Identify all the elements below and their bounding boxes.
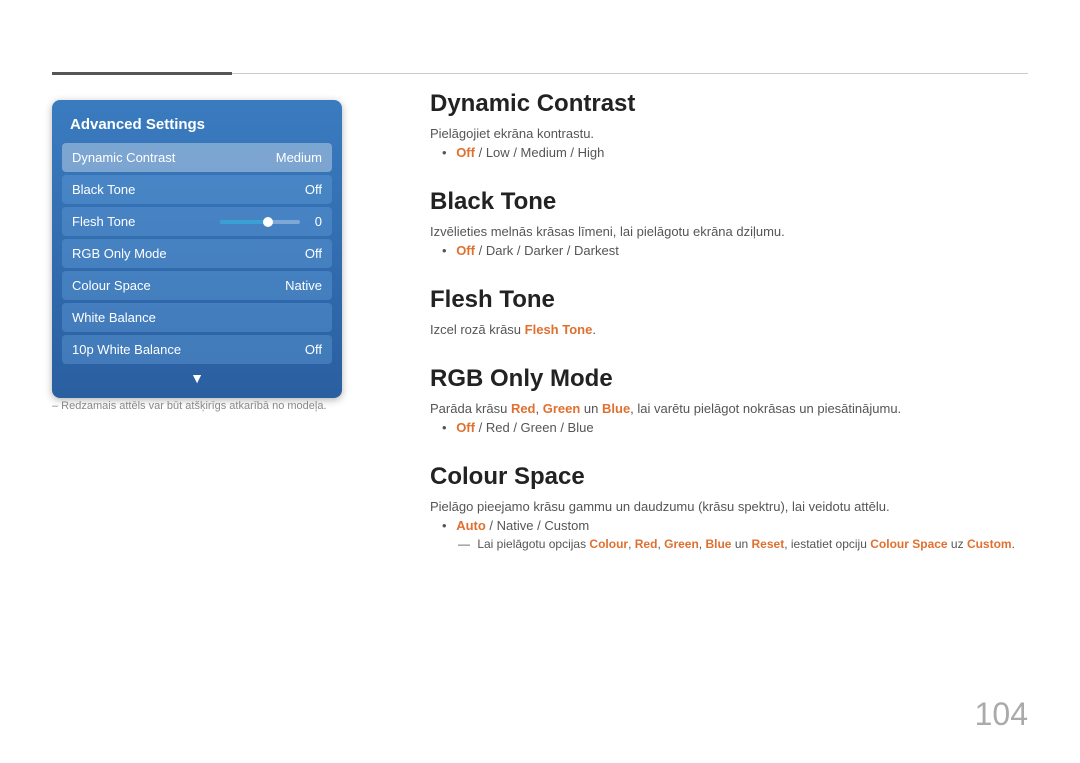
section-title-dynamic-contrast: Dynamic Contrast <box>430 90 1028 118</box>
menu-item-colour-space[interactable]: Colour Space Native <box>62 271 332 300</box>
menu-item-value: Off <box>305 342 322 357</box>
menu-item-value: Off <box>305 246 322 261</box>
opt-red: Red <box>511 401 536 416</box>
opt-colour-space: Colour Space <box>870 537 947 551</box>
top-line-light <box>232 73 1028 74</box>
section-desc-colour-space: Pielāgo pieejamo krāsu gammu un daudzumu… <box>430 499 1028 514</box>
bullet-dot: • <box>442 243 447 258</box>
opt-sep: / <box>570 145 577 160</box>
opt-low: Low <box>486 145 510 160</box>
section-options-colour-space: • Auto / Native / Custom <box>442 518 1028 533</box>
opt-red: Red <box>486 420 510 435</box>
bullet-dot: • <box>442 420 447 435</box>
opt-native: Native <box>497 518 534 533</box>
opt-high: High <box>578 145 605 160</box>
opt-green: Green <box>664 537 699 551</box>
section-options-rgb-only-mode: • Off / Red / Green / Blue <box>442 420 1028 435</box>
page-number: 104 <box>975 696 1028 733</box>
menu-item-flesh-tone[interactable]: Flesh Tone 0 <box>62 207 332 236</box>
opt-dark: Dark <box>486 243 513 258</box>
opt-red: Red <box>635 537 658 551</box>
section-title-black-tone: Black Tone <box>430 188 1028 216</box>
section-title-colour-space: Colour Space <box>430 463 1028 491</box>
opt-medium: Medium <box>521 145 567 160</box>
advanced-settings-title: Advanced Settings <box>62 110 332 143</box>
top-decoration <box>52 72 1028 75</box>
opt-off: Off <box>456 145 475 160</box>
menu-item-label: White Balance <box>72 310 156 325</box>
opt-off: Off <box>456 420 475 435</box>
slider-fill <box>220 220 264 224</box>
menu-item-label: RGB Only Mode <box>72 246 167 261</box>
top-line-dark <box>52 72 232 75</box>
flesh-tone-label: Flesh Tone <box>72 214 135 229</box>
section-options-dynamic-contrast: • Off / Low / Medium / High <box>442 145 1028 160</box>
opt-sep: / <box>479 243 486 258</box>
section-black-tone: Black Tone Izvēlieties melnās krāsas līm… <box>430 188 1028 258</box>
menu-item-white-balance[interactable]: White Balance <box>62 303 332 332</box>
section-flesh-tone: Flesh Tone Izcel rozā krāsu Flesh Tone. <box>430 286 1028 337</box>
slider-thumb <box>263 217 273 227</box>
colour-space-subnote: ― Lai pielāgotu opcijas Colour, Red, Gre… <box>458 537 1028 551</box>
section-colour-space: Colour Space Pielāgo pieejamo krāsu gamm… <box>430 463 1028 551</box>
section-dynamic-contrast: Dynamic Contrast Pielāgojiet ekrāna kont… <box>430 90 1028 160</box>
opt-sep: / <box>513 420 520 435</box>
opt-sep: / <box>560 420 567 435</box>
opt-sep: / <box>489 518 496 533</box>
bullet-dot: • <box>442 145 447 160</box>
menu-item-value: Native <box>285 278 322 293</box>
opt-green: Green <box>543 401 581 416</box>
opt-green: Green <box>521 420 557 435</box>
flesh-tone-slider-area: 0 <box>220 214 322 229</box>
slider-track[interactable] <box>220 220 300 224</box>
bullet-dot: • <box>442 518 447 533</box>
opt-colour: Colour <box>589 537 628 551</box>
menu-item-value: Off <box>305 182 322 197</box>
menu-item-dynamic-contrast[interactable]: Dynamic Contrast Medium <box>62 143 332 172</box>
sidebar-note: – Redzamais attēls var būt atšķirīgs atk… <box>52 400 327 412</box>
menu-item-label: 10p White Balance <box>72 342 181 357</box>
flesh-tone-link: Flesh Tone <box>525 322 593 337</box>
advanced-settings-box: Advanced Settings Dynamic Contrast Mediu… <box>52 100 342 398</box>
section-rgb-only-mode: RGB Only Mode Parāda krāsu Red, Green un… <box>430 365 1028 435</box>
section-desc-rgb-only-mode: Parāda krāsu Red, Green un Blue, lai var… <box>430 401 1028 416</box>
dropdown-arrow[interactable]: ▼ <box>62 370 332 388</box>
opt-custom: Custom <box>544 518 589 533</box>
opt-off: Off <box>456 243 475 258</box>
section-desc-flesh-tone: Izcel rozā krāsu Flesh Tone. <box>430 322 1028 337</box>
menu-item-label: Colour Space <box>72 278 151 293</box>
opt-sep: / <box>567 243 574 258</box>
em-dash: ― <box>458 537 470 551</box>
opt-auto: Auto <box>456 518 486 533</box>
menu-item-value: Medium <box>276 150 322 165</box>
menu-item-label: Dynamic Contrast <box>72 150 175 165</box>
chevron-down-icon: ▼ <box>190 370 204 386</box>
menu-item-10p-white-balance[interactable]: 10p White Balance Off <box>62 335 332 364</box>
section-title-flesh-tone: Flesh Tone <box>430 286 1028 314</box>
opt-darker: Darker <box>524 243 563 258</box>
left-panel: Advanced Settings Dynamic Contrast Mediu… <box>52 100 342 398</box>
opt-custom: Custom <box>967 537 1012 551</box>
opt-blue: Blue <box>568 420 594 435</box>
section-desc-dynamic-contrast: Pielāgojiet ekrāna kontrastu. <box>430 126 1028 141</box>
menu-item-rgb-only-mode[interactable]: RGB Only Mode Off <box>62 239 332 268</box>
flesh-tone-value: 0 <box>306 214 322 229</box>
opt-sep: / <box>479 420 486 435</box>
opt-sep: / <box>513 145 520 160</box>
opt-sep: / <box>479 145 486 160</box>
section-options-black-tone: • Off / Dark / Darker / Darkest <box>442 243 1028 258</box>
opt-blue: Blue <box>602 401 630 416</box>
menu-item-label: Black Tone <box>72 182 135 197</box>
menu-item-black-tone[interactable]: Black Tone Off <box>62 175 332 204</box>
opt-blue: Blue <box>705 537 731 551</box>
opt-darkest: Darkest <box>574 243 619 258</box>
opt-reset: Reset <box>752 537 785 551</box>
right-content: Dynamic Contrast Pielāgojiet ekrāna kont… <box>430 90 1028 579</box>
section-desc-black-tone: Izvēlieties melnās krāsas līmeni, lai pi… <box>430 224 1028 239</box>
section-title-rgb-only-mode: RGB Only Mode <box>430 365 1028 393</box>
